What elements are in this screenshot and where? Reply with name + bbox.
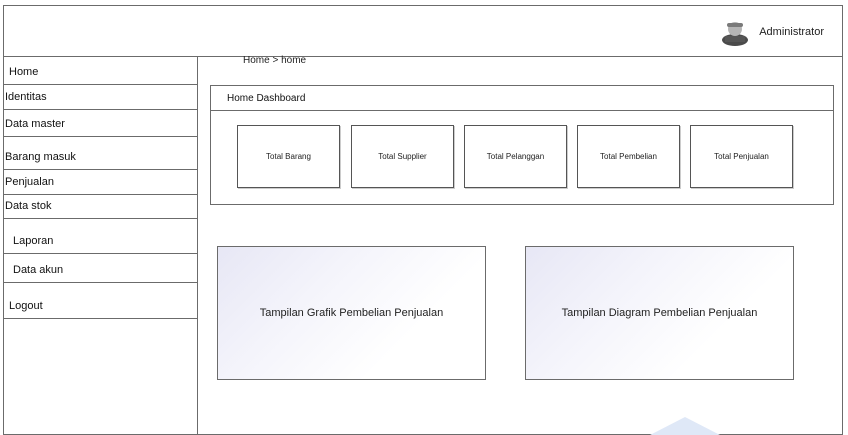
sidebar-item-data-akun[interactable]: Data akun bbox=[4, 254, 197, 283]
stat-card-total-penjualan[interactable]: Total Penjualan bbox=[690, 125, 793, 188]
sidebar-item-label: Data akun bbox=[13, 264, 64, 276]
sidebar-item-data-stok[interactable]: Data stok bbox=[4, 195, 197, 219]
stat-card-total-pembelian[interactable]: Total Pembelian bbox=[577, 125, 680, 188]
user-name: Administrator bbox=[759, 26, 824, 38]
sidebar-item-penjualan[interactable]: Penjualan bbox=[4, 170, 197, 195]
sidebar-item-label: Identitas bbox=[5, 91, 47, 103]
sidebar-item-data-master[interactable]: Data master bbox=[4, 110, 197, 137]
sidebar-item-label: Home bbox=[9, 66, 39, 78]
chart-panel-label: Tampilan Grafik Pembelian Penjualan bbox=[259, 307, 444, 319]
top-bar: Administrator bbox=[4, 6, 842, 57]
sidebar-item-logout[interactable]: Logout bbox=[4, 283, 197, 319]
sidebar-item-label: Laporan bbox=[13, 235, 54, 247]
stat-card-total-barang[interactable]: Total Barang bbox=[237, 125, 340, 188]
sidebar: Home Identitas Data master Barang masuk … bbox=[4, 57, 198, 434]
sidebar-item-home[interactable]: Home bbox=[4, 57, 197, 85]
user-menu[interactable]: Administrator bbox=[719, 18, 824, 46]
sidebar-item-label: Barang masuk bbox=[5, 151, 76, 163]
sidebar-item-label: Penjualan bbox=[5, 176, 54, 188]
sidebar-item-identitas[interactable]: Identitas bbox=[4, 85, 197, 110]
user-icon bbox=[722, 22, 749, 46]
stat-card-total-pelanggan[interactable]: Total Pelanggan bbox=[464, 125, 567, 188]
sidebar-item-label: Data master bbox=[5, 118, 65, 130]
sidebar-item-label: Logout bbox=[9, 300, 43, 312]
sidebar-item-barang-masuk[interactable]: Barang masuk bbox=[4, 137, 197, 170]
diagram-panel-label: Tampilan Diagram Pembelian Penjualan bbox=[561, 307, 758, 319]
panel-title: Home Dashboard bbox=[211, 86, 833, 111]
diagram-panel: Tampilan Diagram Pembelian Penjualan bbox=[525, 246, 794, 380]
breadcrumb: Home > home bbox=[243, 55, 307, 66]
sidebar-item-laporan[interactable]: Laporan bbox=[4, 219, 197, 254]
sidebar-item-label: Data stok bbox=[5, 200, 52, 212]
stat-card-total-supplier[interactable]: Total Supplier bbox=[351, 125, 454, 188]
chart-panel: Tampilan Grafik Pembelian Penjualan bbox=[217, 246, 486, 380]
watermark-shape bbox=[650, 417, 720, 435]
